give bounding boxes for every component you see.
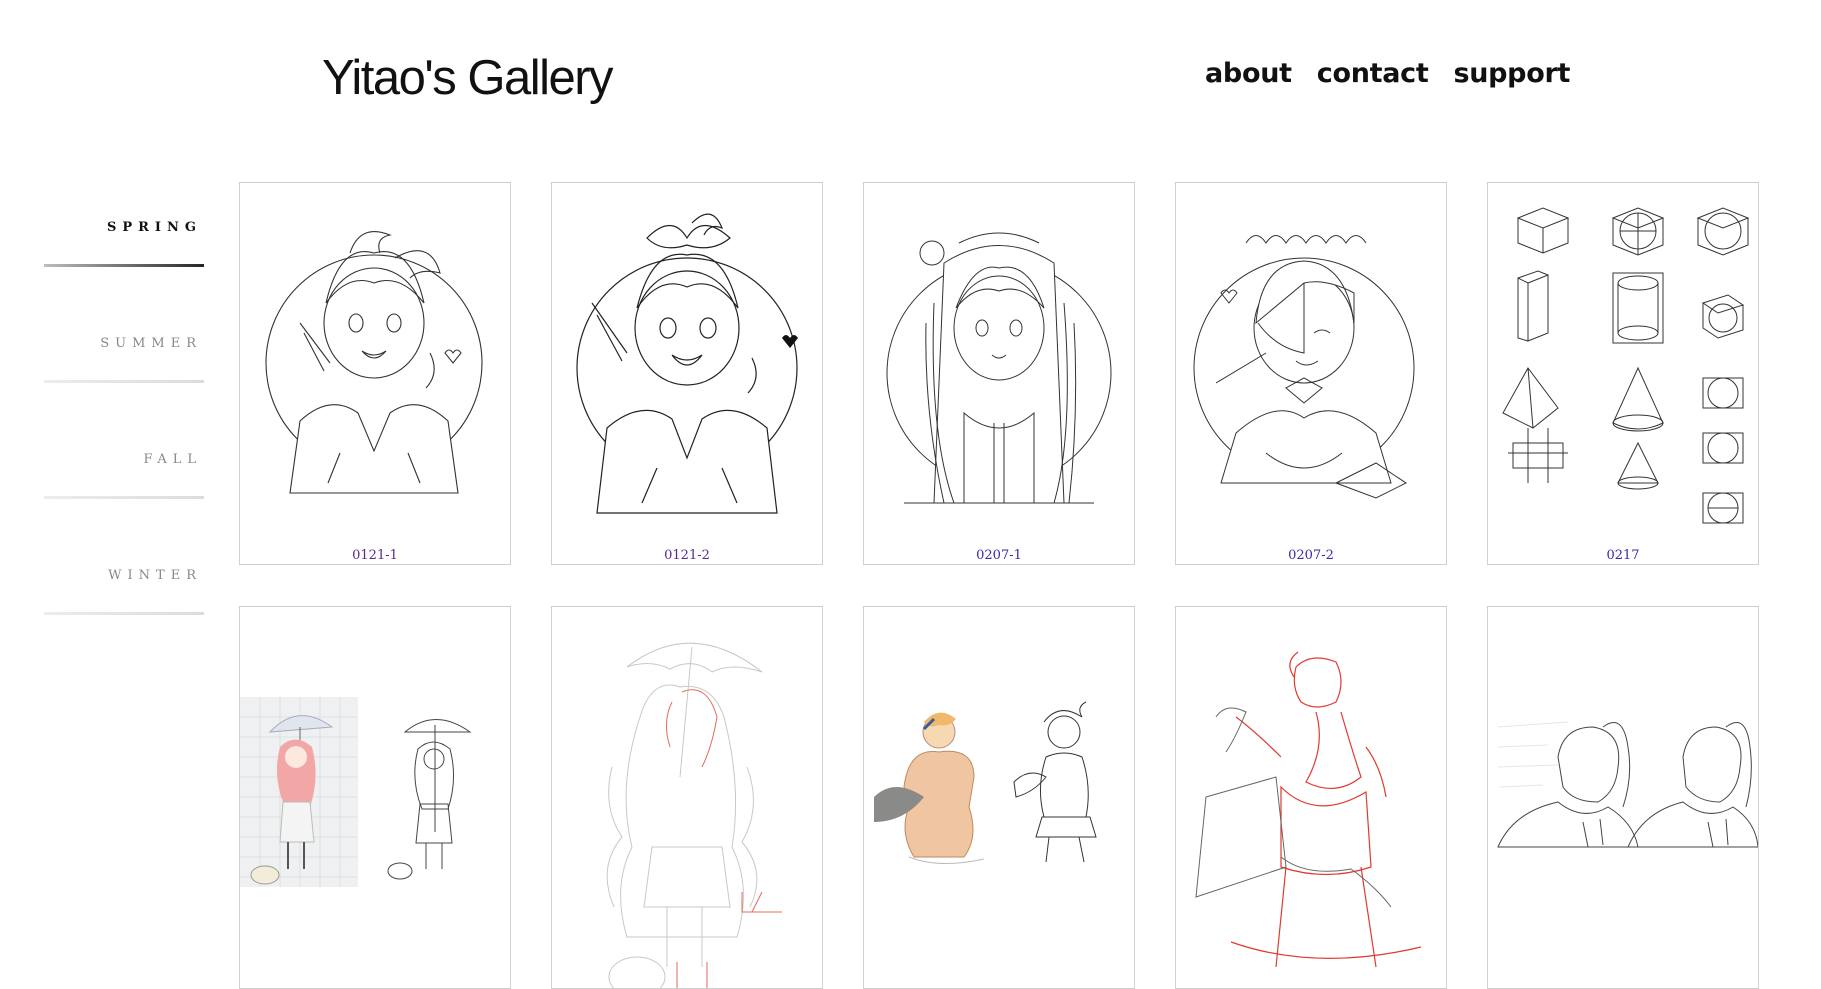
nav-support-link[interactable]: support (1453, 58, 1570, 89)
season-item-winter[interactable]: WINTER (44, 528, 204, 644)
season-underline (44, 264, 204, 267)
season-item-summer[interactable]: SUMMER (44, 296, 204, 412)
sketch-thumbnail (1193, 235, 1415, 499)
card-caption-link[interactable]: 0207-2 (1176, 548, 1446, 563)
card-caption-link[interactable]: 0121-2 (552, 548, 822, 563)
sketch-thumbnail (1502, 207, 1750, 524)
gallery-card[interactable] (1175, 606, 1447, 989)
site-title: Yitao's Gallery (322, 51, 614, 105)
season-label: SUMMER (100, 336, 202, 351)
season-underline (44, 496, 204, 499)
season-underline (44, 612, 204, 615)
nav-about-link[interactable]: about (1205, 58, 1292, 89)
sketch-thumbnail (576, 213, 798, 514)
sketch-thumbnail (1195, 651, 1422, 968)
card-caption-link[interactable]: 0207-1 (864, 548, 1134, 563)
sketch-thumbnail (874, 701, 1097, 865)
sketch-thumbnail (240, 697, 472, 887)
season-underline (44, 380, 204, 383)
season-label: FALL (143, 452, 202, 467)
gallery-card[interactable]: 0207-2 (1175, 182, 1447, 565)
gallery-card[interactable]: 0207-1 (863, 182, 1135, 565)
sketch-thumbnail (606, 642, 782, 988)
gallery-card[interactable]: 0121-2 (551, 182, 823, 565)
season-item-fall[interactable]: FALL (44, 412, 204, 528)
season-item-spring[interactable]: SPRING (44, 180, 204, 296)
gallery-card[interactable]: 0121-1 (239, 182, 511, 565)
sketch-thumbnail (886, 232, 1112, 504)
top-nav: about contact support (1205, 58, 1570, 89)
nav-contact-link[interactable]: contact (1317, 58, 1429, 89)
gallery-card[interactable] (239, 606, 511, 989)
season-label: WINTER (108, 568, 202, 583)
card-caption-link[interactable]: 0217 (1488, 548, 1758, 563)
season-nav: SPRING SUMMER FALL WINTER (44, 180, 204, 644)
card-caption-link[interactable]: 0121-1 (240, 548, 510, 563)
gallery-card[interactable] (1487, 606, 1759, 989)
gallery-card[interactable] (863, 606, 1135, 989)
gallery-card[interactable]: 0217 (1487, 182, 1759, 565)
season-label: SPRING (106, 220, 202, 235)
sketch-thumbnail (265, 231, 483, 494)
sketch-thumbnail (1497, 721, 1758, 848)
gallery-card[interactable] (551, 606, 823, 989)
